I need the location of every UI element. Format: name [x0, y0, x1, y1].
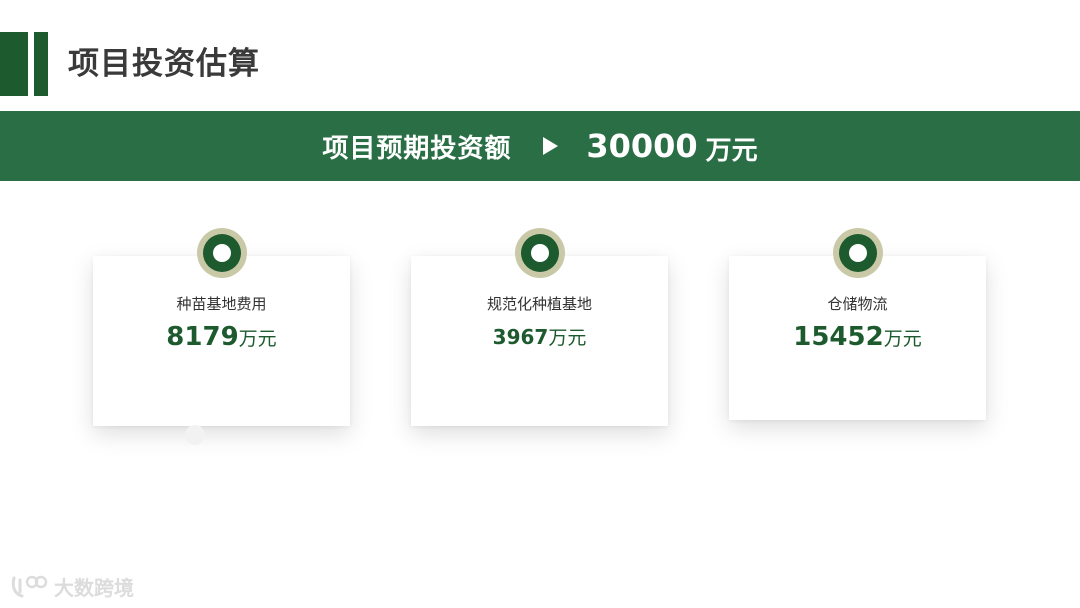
decorative-dot [185, 425, 205, 445]
card-value: 8179万元 [93, 320, 350, 357]
card-value: 3967万元 [411, 320, 668, 356]
watermark-text: 大数跨境 [54, 576, 134, 600]
ring-marker-icon [196, 228, 247, 278]
ring-marker-icon [514, 228, 565, 278]
card-label: 规范化种植基地 [486, 295, 592, 313]
card-number: 15452 [793, 322, 884, 352]
card-unit: 万元 [548, 327, 587, 349]
page-title: 项目投资估算 [68, 46, 260, 82]
card-unit: 万元 [883, 328, 922, 350]
cost-card-logistics: 仓储物流 15452万元 [729, 228, 986, 420]
watermark: 大数跨境 [10, 572, 134, 601]
card-label: 仓储物流 [827, 295, 888, 313]
accent-bar-wide [0, 32, 28, 96]
ring-marker-icon [832, 228, 883, 278]
play-arrow-icon [543, 137, 559, 155]
card-label: 种苗基地费用 [176, 295, 267, 313]
card-value: 15452万元 [729, 320, 986, 357]
accent-bar-narrow [34, 32, 48, 96]
title-accent-bars [0, 32, 50, 96]
slide: 项目投资估算 项目预期投资额 30000 万元 种苗基地费用 8179万元 规范… [0, 0, 1080, 608]
card-unit: 万元 [238, 328, 277, 350]
card-number: 8179 [166, 322, 239, 352]
banner-unit: 万元 [705, 135, 758, 166]
cost-card-planting: 规范化种植基地 3967万元 [411, 228, 668, 426]
watermark-logo-icon [11, 575, 48, 597]
investment-banner: 项目预期投资额 30000 万元 [0, 111, 1080, 181]
banner-label: 项目预期投资额 [322, 133, 512, 164]
banner-amount: 30000 [586, 127, 698, 165]
cost-card-seedling: 种苗基地费用 8179万元 [93, 228, 350, 426]
card-number: 3967 [492, 325, 549, 349]
